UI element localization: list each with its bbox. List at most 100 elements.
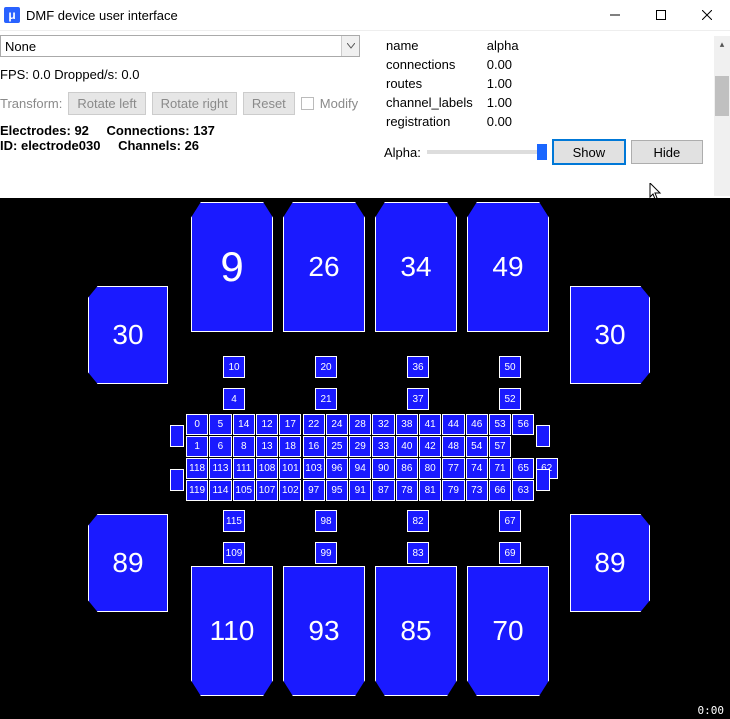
grid-electrode[interactable]: 41: [419, 414, 441, 435]
hide-button[interactable]: Hide: [631, 140, 703, 164]
grid-electrode[interactable]: 81: [419, 480, 441, 501]
grid-electrode[interactable]: 44: [442, 414, 464, 435]
grid-electrode[interactable]: 96: [326, 458, 348, 479]
electrode-dropdown[interactable]: None: [0, 35, 360, 57]
grid-electrode[interactable]: 73: [466, 480, 488, 501]
chevron-down-icon[interactable]: [341, 36, 359, 56]
grid-electrode[interactable]: 114: [209, 480, 231, 501]
reservoir-top[interactable]: 49: [467, 202, 549, 332]
grid-electrode[interactable]: 32: [372, 414, 394, 435]
grid-electrode[interactable]: 25: [326, 436, 348, 457]
grid-electrode[interactable]: 103: [303, 458, 325, 479]
grid-electrode[interactable]: 53: [489, 414, 511, 435]
grid-electrode[interactable]: 18: [279, 436, 301, 457]
connector[interactable]: 52: [499, 388, 521, 410]
slider-thumb[interactable]: [537, 144, 547, 160]
scroll-thumb[interactable]: [715, 76, 729, 116]
grid-electrode[interactable]: 79: [442, 480, 464, 501]
reservoir-bottom[interactable]: 93: [283, 566, 365, 696]
grid-electrode[interactable]: 46: [466, 414, 488, 435]
grid-electrode[interactable]: 90: [372, 458, 394, 479]
grid-electrode[interactable]: 17: [279, 414, 301, 435]
grid-electrode[interactable]: 71: [489, 458, 511, 479]
connector[interactable]: 4: [223, 388, 245, 410]
grid-electrode[interactable]: 105: [233, 480, 255, 501]
connector[interactable]: 109: [223, 542, 245, 564]
grid-electrode[interactable]: 56: [512, 414, 534, 435]
reservoir-top[interactable]: 26: [283, 202, 365, 332]
grid-electrode[interactable]: 22: [303, 414, 325, 435]
modify-checkbox[interactable]: [301, 97, 314, 110]
grid-electrode[interactable]: 87: [372, 480, 394, 501]
grid-electrode[interactable]: 38: [396, 414, 418, 435]
connector[interactable]: 37: [407, 388, 429, 410]
show-button[interactable]: Show: [553, 140, 625, 164]
connector[interactable]: 99: [315, 542, 337, 564]
grid-electrode[interactable]: 29: [349, 436, 371, 457]
connector[interactable]: [536, 469, 550, 491]
grid-electrode[interactable]: 74: [466, 458, 488, 479]
grid-electrode[interactable]: 97: [303, 480, 325, 501]
connector[interactable]: 50: [499, 356, 521, 378]
alpha-slider[interactable]: [427, 150, 547, 154]
reservoir-bottom[interactable]: 70: [467, 566, 549, 696]
connector[interactable]: [536, 425, 550, 447]
grid-electrode[interactable]: 101: [279, 458, 301, 479]
grid-electrode[interactable]: 12: [256, 414, 278, 435]
grid-electrode[interactable]: 119: [186, 480, 208, 501]
grid-electrode[interactable]: 80: [419, 458, 441, 479]
grid-electrode[interactable]: 54: [466, 436, 488, 457]
connector[interactable]: 82: [407, 510, 429, 532]
reservoir-top[interactable]: 9: [191, 202, 273, 332]
maximize-button[interactable]: [638, 0, 684, 31]
reservoir-left[interactable]: 89: [88, 514, 168, 612]
minimize-button[interactable]: [592, 0, 638, 31]
connector[interactable]: 98: [315, 510, 337, 532]
grid-electrode[interactable]: 28: [349, 414, 371, 435]
grid-electrode[interactable]: 107: [256, 480, 278, 501]
grid-electrode[interactable]: 40: [396, 436, 418, 457]
scroll-up-icon[interactable]: ▴: [714, 36, 730, 52]
reservoir-right[interactable]: 30: [570, 286, 650, 384]
connector[interactable]: 115: [223, 510, 245, 532]
grid-electrode[interactable]: 8: [233, 436, 255, 457]
rotate-right-button[interactable]: Rotate right: [152, 92, 237, 115]
grid-electrode[interactable]: 102: [279, 480, 301, 501]
reservoir-left[interactable]: 30: [88, 286, 168, 384]
grid-electrode[interactable]: 77: [442, 458, 464, 479]
reservoir-top[interactable]: 34: [375, 202, 457, 332]
connector[interactable]: [170, 425, 184, 447]
close-button[interactable]: [684, 0, 730, 31]
grid-electrode[interactable]: 91: [349, 480, 371, 501]
grid-electrode[interactable]: 78: [396, 480, 418, 501]
grid-electrode[interactable]: 57: [489, 436, 511, 457]
reservoir-bottom[interactable]: 110: [191, 566, 273, 696]
grid-electrode[interactable]: 95: [326, 480, 348, 501]
connector[interactable]: 69: [499, 542, 521, 564]
grid-electrode[interactable]: 63: [512, 480, 534, 501]
connector[interactable]: 67: [499, 510, 521, 532]
grid-electrode[interactable]: 14: [233, 414, 255, 435]
grid-electrode[interactable]: 113: [209, 458, 231, 479]
grid-electrode[interactable]: 108: [256, 458, 278, 479]
grid-electrode[interactable]: 24: [326, 414, 348, 435]
device-canvas[interactable]: 0:00 92634491109385703089308910203650421…: [0, 198, 730, 719]
grid-electrode[interactable]: 1: [186, 436, 208, 457]
grid-electrode[interactable]: 94: [349, 458, 371, 479]
scrollbar[interactable]: ▴: [714, 36, 730, 196]
grid-electrode[interactable]: 0: [186, 414, 208, 435]
reservoir-bottom[interactable]: 85: [375, 566, 457, 696]
connector[interactable]: 83: [407, 542, 429, 564]
reservoir-right[interactable]: 89: [570, 514, 650, 612]
grid-electrode[interactable]: 48: [442, 436, 464, 457]
grid-electrode[interactable]: 13: [256, 436, 278, 457]
connector[interactable]: 10: [223, 356, 245, 378]
rotate-left-button[interactable]: Rotate left: [68, 92, 145, 115]
reset-button[interactable]: Reset: [243, 92, 295, 115]
grid-electrode[interactable]: 86: [396, 458, 418, 479]
grid-electrode[interactable]: 65: [512, 458, 534, 479]
connector[interactable]: 21: [315, 388, 337, 410]
grid-electrode[interactable]: 6: [209, 436, 231, 457]
grid-electrode[interactable]: 16: [303, 436, 325, 457]
grid-electrode[interactable]: 66: [489, 480, 511, 501]
